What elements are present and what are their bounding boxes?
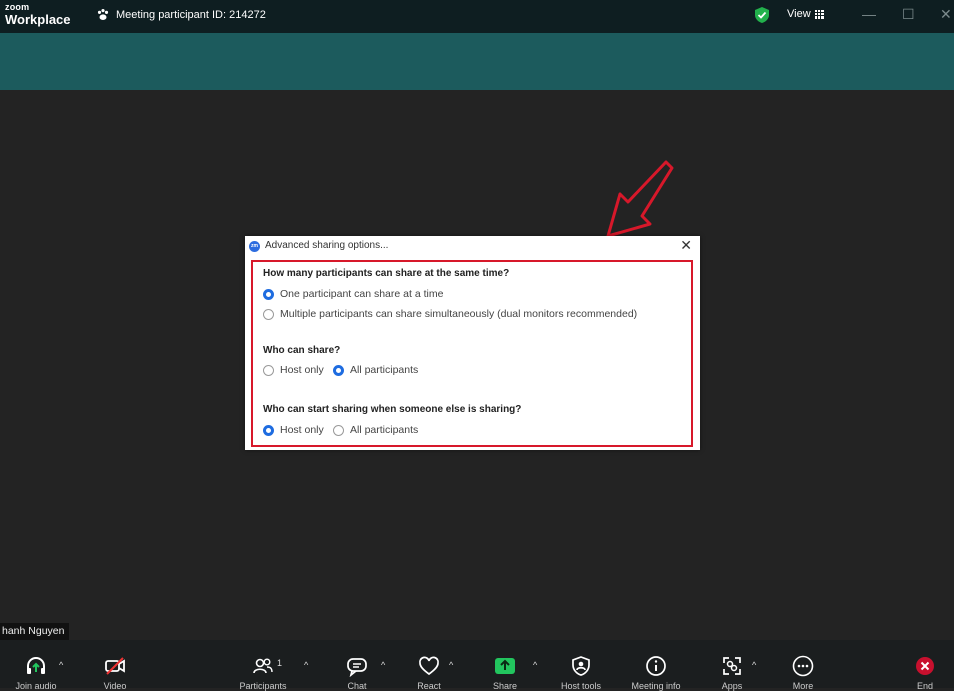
- red-arrow-annotation: [606, 160, 674, 238]
- more-button[interactable]: More: [768, 640, 838, 691]
- option-multiple-participants[interactable]: Multiple participants can share simultan…: [263, 308, 637, 320]
- top-band: [0, 33, 954, 90]
- share-label: Share: [492, 681, 518, 691]
- react-label: React: [417, 681, 441, 691]
- encryption-shield-icon[interactable]: [754, 6, 770, 24]
- grid-icon: [814, 9, 824, 19]
- share-caret-icon[interactable]: ^: [533, 660, 537, 670]
- participants-button[interactable]: Participants: [228, 640, 298, 691]
- dialog-close-button[interactable]: ✕: [680, 237, 692, 254]
- view-label: View: [787, 8, 811, 20]
- end-x-icon: [913, 654, 937, 678]
- brand-small-text: zoom: [5, 2, 30, 12]
- chat-caret-icon[interactable]: ^: [381, 660, 385, 670]
- share-button[interactable]: Share: [470, 640, 540, 691]
- question-how-many: How many participants can share at the s…: [263, 268, 510, 279]
- host-tools-button[interactable]: Host tools: [546, 640, 616, 691]
- host-tools-label: Host tools: [560, 681, 602, 691]
- option-start-host-only[interactable]: Host only: [263, 424, 324, 436]
- option-label: All participants: [350, 364, 419, 376]
- react-caret-icon[interactable]: ^: [449, 660, 453, 670]
- radio-selected[interactable]: [333, 364, 344, 376]
- participants-label: Participants: [239, 681, 287, 691]
- participants-caret-icon[interactable]: ^: [304, 660, 308, 670]
- share-screen-icon: [493, 654, 517, 678]
- participants-icon: [251, 654, 275, 678]
- chat-label: Chat: [347, 681, 367, 691]
- option-one-participant[interactable]: One participant can share at a time: [263, 288, 443, 300]
- join-audio-label: Join audio: [15, 681, 57, 691]
- participant-name-tag: hanh Nguyen: [0, 623, 70, 640]
- video-button[interactable]: Video: [80, 640, 150, 691]
- meeting-id-info[interactable]: Meeting participant ID: 214272: [96, 8, 266, 22]
- meeting-info-button[interactable]: Meeting info: [621, 640, 691, 691]
- apps-caret-icon[interactable]: ^: [752, 660, 756, 670]
- dialog-title: Advanced sharing options...: [265, 240, 389, 251]
- option-label: Host only: [280, 364, 324, 376]
- option-label: Multiple participants can share simultan…: [280, 308, 638, 320]
- apps-button[interactable]: Apps: [697, 640, 767, 691]
- meeting-toolbar: Join audio ^ Video Participants 1 ^ Chat…: [0, 640, 954, 691]
- dialog-title-bar: zm Advanced sharing options... ✕: [245, 236, 700, 256]
- zoom-app-icon: zm: [249, 241, 260, 252]
- advanced-sharing-dialog: zm Advanced sharing options... ✕ How man…: [245, 236, 700, 450]
- close-window-button[interactable]: ✕: [940, 6, 952, 23]
- radio-unselected[interactable]: [263, 364, 274, 376]
- host-tools-shield-icon: [569, 654, 593, 678]
- meeting-info-label: Meeting info: [631, 681, 681, 691]
- brand-big-text: Workplace: [5, 12, 71, 27]
- title-bar: zoom Workplace Meeting participant ID: 2…: [0, 0, 954, 33]
- option-start-all-participants[interactable]: All participants: [333, 424, 418, 436]
- minimize-button[interactable]: —: [862, 6, 876, 22]
- end-label: End: [916, 681, 933, 691]
- question-who-can-share: Who can share?: [263, 345, 341, 356]
- more-dots-icon: [791, 654, 815, 678]
- headphones-icon: [24, 654, 48, 678]
- video-label: Video: [103, 681, 127, 691]
- option-label: Host only: [280, 424, 324, 436]
- end-button[interactable]: End: [890, 640, 954, 691]
- option-label: All participants: [350, 424, 419, 436]
- meeting-id-text: Meeting participant ID: 214272: [116, 9, 266, 21]
- participants-count: 1: [277, 658, 283, 668]
- option-share-all-participants[interactable]: All participants: [333, 364, 418, 376]
- more-label: More: [792, 681, 814, 691]
- join-audio-caret-icon[interactable]: ^: [59, 660, 63, 670]
- apps-label: Apps: [721, 681, 743, 691]
- option-share-host-only[interactable]: Host only: [263, 364, 324, 376]
- radio-selected[interactable]: [263, 288, 274, 300]
- video-off-icon: [103, 654, 127, 678]
- zoom-logo: zoom Workplace: [5, 2, 71, 27]
- maximize-button[interactable]: ☐: [902, 6, 915, 23]
- info-icon: [644, 654, 668, 678]
- option-label: One participant can share at a time: [280, 288, 444, 300]
- question-who-can-start: Who can start sharing when someone else …: [263, 404, 522, 415]
- radio-unselected[interactable]: [263, 308, 274, 320]
- radio-selected[interactable]: [263, 424, 274, 436]
- react-button[interactable]: React: [394, 640, 464, 691]
- chat-icon: [345, 654, 369, 678]
- heart-icon: [417, 654, 441, 678]
- apps-icon: [720, 654, 744, 678]
- highlighted-options-box: How many participants can share at the s…: [251, 260, 693, 447]
- view-button[interactable]: View: [787, 8, 824, 20]
- paw-icon: [97, 9, 109, 20]
- radio-unselected[interactable]: [333, 424, 344, 436]
